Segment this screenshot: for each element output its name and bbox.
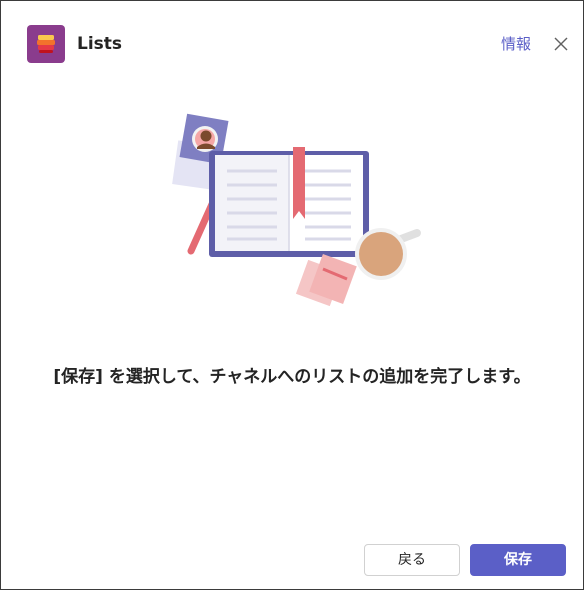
about-link[interactable]: 情報 [501,34,531,54]
app-title: Lists [77,34,123,54]
dialog-header: Lists 情報 [1,1,583,87]
lists-app-icon [27,25,65,63]
add-tab-dialog: Lists 情報 [保存] を選択して、チャネルへのリストの追加を完了します。 … [0,0,584,590]
save-button[interactable]: 保存 [470,544,566,576]
close-icon[interactable] [551,34,571,54]
open-book-illustration [169,109,433,319]
sticky-notes-icon [295,254,357,307]
coffee-cup-icon [355,228,421,280]
back-button[interactable]: 戻る [364,544,460,576]
completion-message: [保存] を選択して、チャネルへのリストの追加を完了します。 [53,367,531,387]
